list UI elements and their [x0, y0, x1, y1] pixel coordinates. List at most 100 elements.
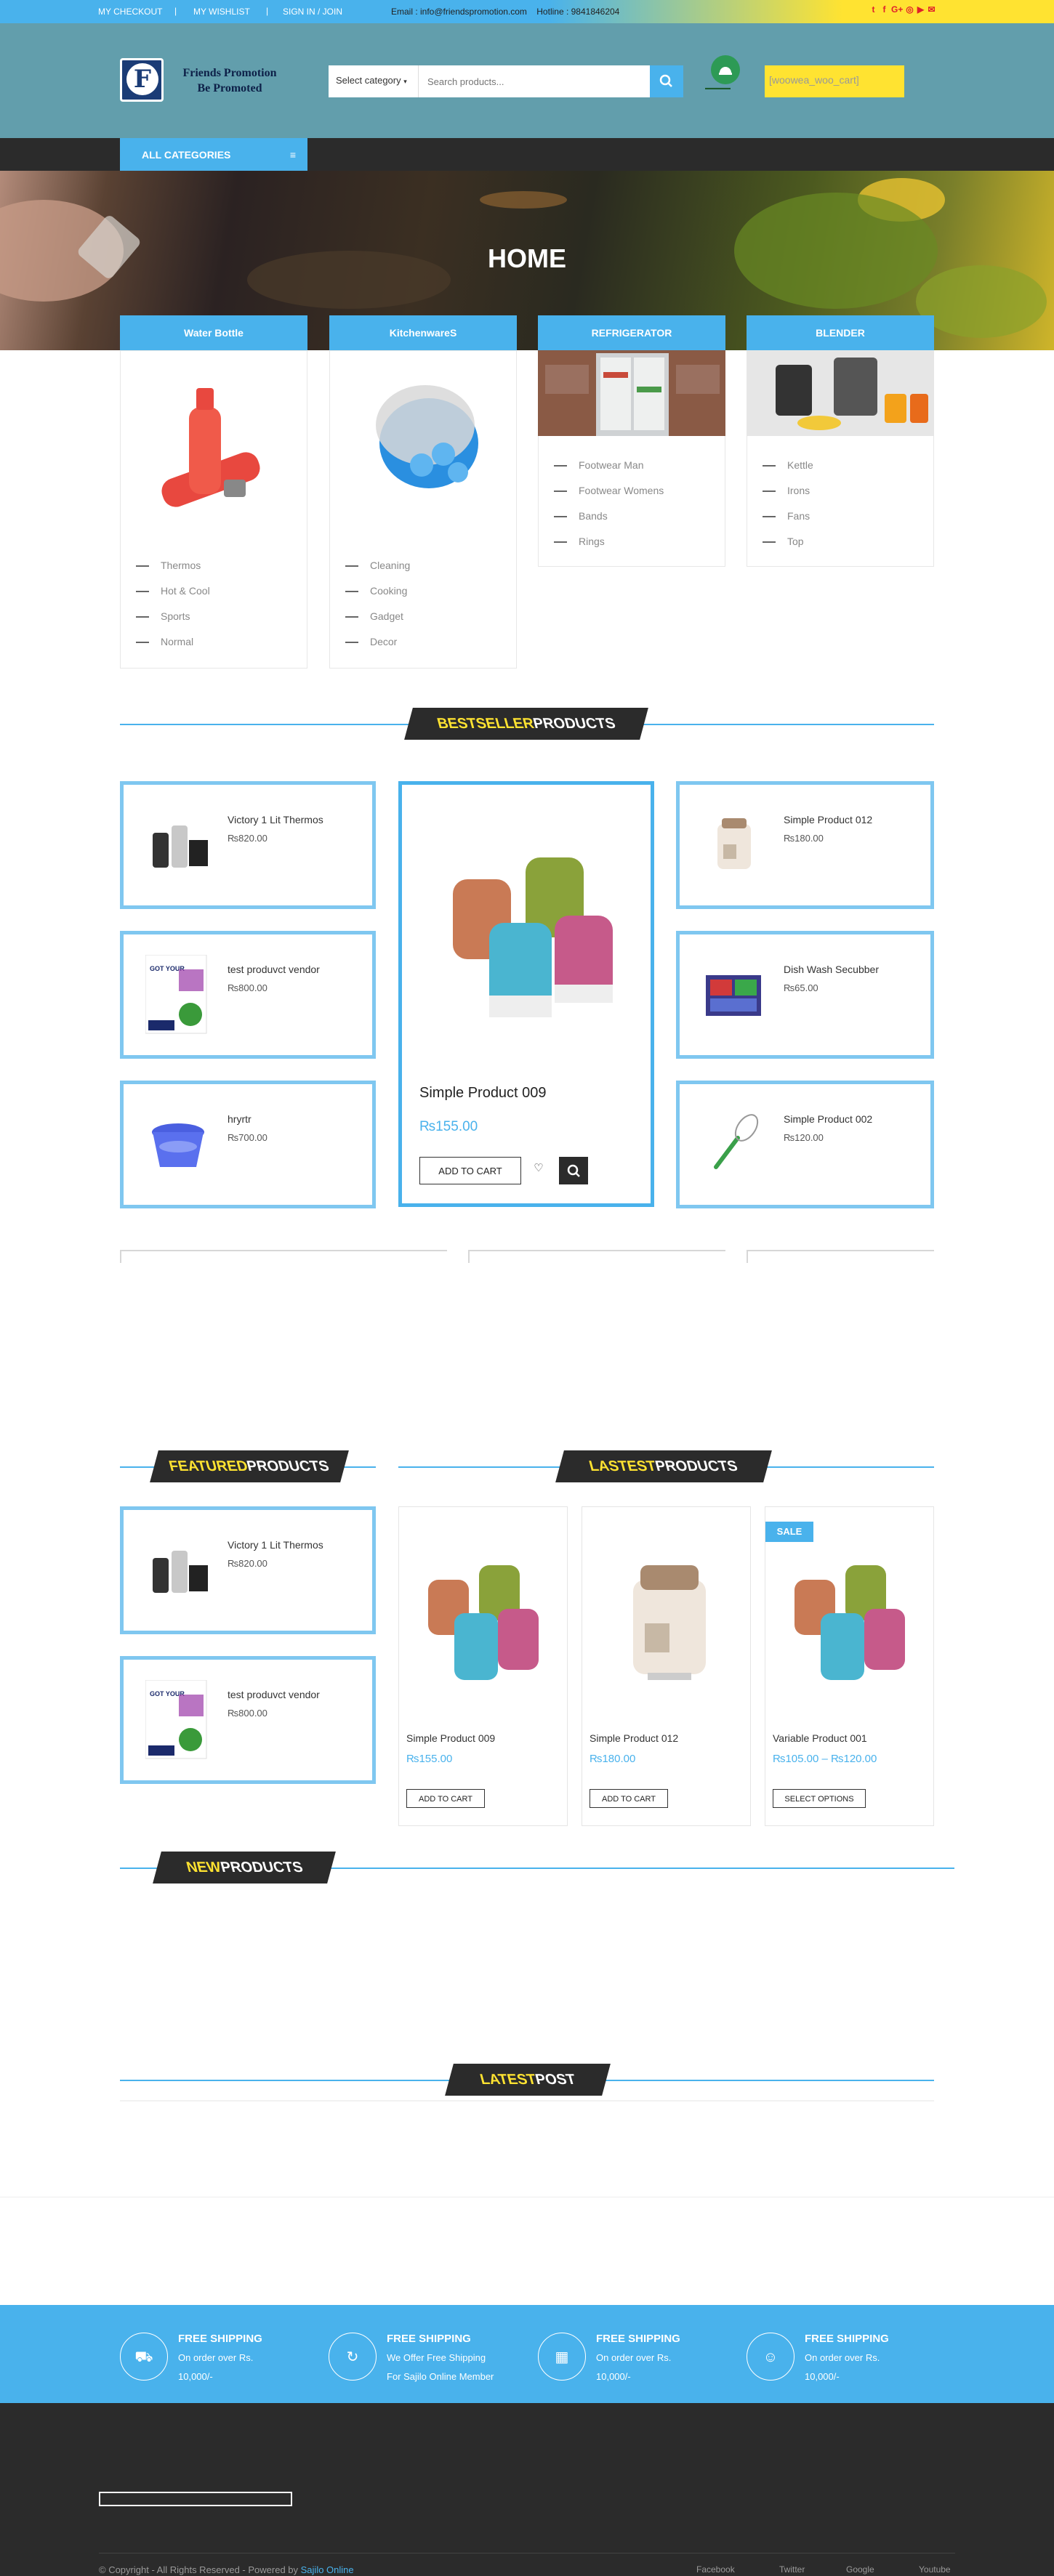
water-bottle-image[interactable]: [145, 378, 276, 509]
footer-logo[interactable]: [99, 2492, 292, 2506]
banner-image[interactable]: [120, 1250, 447, 1263]
all-categories-button[interactable]: ALL CATEGORIES ≡: [120, 138, 307, 171]
category-link[interactable]: Kettle: [761, 459, 813, 485]
facebook-icon[interactable]: f: [880, 5, 888, 15]
product-name[interactable]: Variable Product 001: [773, 1732, 867, 1744]
product-name[interactable]: Dish Wash Secubber: [784, 964, 879, 975]
footer-link-google[interactable]: Google: [846, 2564, 874, 2575]
features-strip: ⛟ FREE SHIPPING On order over Rs. 10,000…: [0, 2305, 1054, 2403]
product-name[interactable]: Victory 1 Lit Thermos: [228, 1539, 323, 1551]
category-link[interactable]: Gadget: [344, 610, 410, 636]
mail-icon[interactable]: ✉: [928, 5, 936, 15]
product-name[interactable]: Simple Product 002: [784, 1113, 872, 1125]
category-link[interactable]: Cleaning: [344, 560, 410, 585]
category-tab-blender[interactable]: BLENDER: [747, 315, 934, 350]
heart-icon[interactable]: ♡: [530, 1161, 547, 1179]
copyright-label: © Copyright - All Rights Reserved - Powe…: [99, 2564, 301, 2575]
product-image: [714, 1114, 759, 1169]
feature-title: FREE SHIPPING: [387, 2333, 471, 2345]
category-link[interactable]: Footwear Man: [552, 459, 664, 485]
my-checkout-link[interactable]: MY CHECKOUT: [98, 7, 162, 17]
product-card[interactable]: Simple Product 002 ₨120.00: [676, 1081, 934, 1208]
banner-image[interactable]: [747, 1250, 934, 1263]
feature-desc: We Offer Free Shipping For Sajilo Online…: [387, 2352, 494, 2382]
category-link[interactable]: Rings: [552, 536, 664, 561]
logo-text[interactable]: Friends Promotion Be Promoted: [172, 65, 288, 96]
add-to-cart-button[interactable]: ADD TO CART: [419, 1157, 521, 1184]
category-link[interactable]: Bands: [552, 510, 664, 536]
product-name[interactable]: Simple Product 009: [406, 1732, 495, 1744]
quick-view-button[interactable]: [559, 1157, 588, 1184]
product-name[interactable]: Simple Product 012: [784, 814, 872, 825]
product-name[interactable]: Simple Product 012: [590, 1732, 678, 1744]
product-card[interactable]: Simple Product 012 ₨180.00 ADD TO CART: [582, 1506, 751, 1826]
logo-letter: F: [126, 63, 158, 95]
product-name[interactable]: test produvct vendor: [228, 964, 320, 975]
heading-highlight: LASTEST: [587, 1458, 659, 1474]
youtube-icon[interactable]: ▶: [917, 5, 925, 15]
category-link[interactable]: Fans: [761, 510, 813, 536]
product-price: ₨120.00: [784, 1132, 824, 1143]
kitchenware-image[interactable]: [356, 374, 494, 498]
product-name[interactable]: Simple Product 009: [419, 1085, 547, 1102]
category-select-value: Select category: [336, 75, 401, 86]
category-link[interactable]: Cooking: [344, 585, 410, 610]
my-wishlist-link[interactable]: MY WISHLIST: [193, 7, 250, 17]
product-card[interactable]: Simple Product 012 ₨180.00: [676, 781, 934, 909]
product-card[interactable]: SALE Variable Product 001 ₨105.00 – ₨120…: [765, 1506, 934, 1826]
category-link[interactable]: Irons: [761, 485, 813, 510]
product-card[interactable]: GOT YOUR test produvct vendor ₨800.00: [120, 1656, 376, 1784]
sign-in-link[interactable]: SIGN IN / JOIN: [283, 7, 342, 17]
category-link[interactable]: Hot & Cool: [134, 585, 210, 610]
google-plus-icon[interactable]: G+: [891, 5, 903, 15]
blender-image[interactable]: [747, 350, 934, 436]
product-image: [428, 1565, 539, 1680]
product-card[interactable]: Victory 1 Lit Thermos ₨820.00: [120, 781, 376, 909]
product-name[interactable]: test produvct vendor: [228, 1689, 320, 1700]
product-card[interactable]: Victory 1 Lit Thermos ₨820.00: [120, 1506, 376, 1634]
truck-icon: ⛟: [120, 2333, 168, 2381]
heading-highlight: BESTSELLER: [435, 716, 536, 732]
instagram-icon[interactable]: ◎: [906, 5, 914, 15]
menu-icon: ≡: [289, 149, 296, 161]
category-link[interactable]: Top: [761, 536, 813, 561]
add-to-cart-button[interactable]: ADD TO CART: [406, 1789, 485, 1808]
product-card[interactable]: Dish Wash Secubber ₨65.00: [676, 931, 934, 1059]
category-tab-water-bottle[interactable]: Water Bottle: [120, 315, 307, 350]
category-tab-kitchenware[interactable]: KitchenwareS: [329, 315, 517, 350]
product-card[interactable]: hryrtr ₨700.00: [120, 1081, 376, 1208]
add-to-cart-button[interactable]: ADD TO CART: [590, 1789, 668, 1808]
category-link[interactable]: Sports: [134, 610, 210, 636]
category-list-water-bottle: Thermos Hot & Cool Sports Normal: [134, 560, 210, 661]
twitter-icon[interactable]: t: [869, 5, 877, 15]
category-link[interactable]: Normal: [134, 636, 210, 661]
product-card[interactable]: Simple Product 009 ₨155.00 ADD TO CART: [398, 1506, 568, 1826]
heading-rest: PRODUCTS: [653, 1458, 740, 1474]
search-button[interactable]: [650, 65, 683, 97]
powered-by-link[interactable]: Sajilo Online: [301, 2564, 354, 2575]
footer-link-twitter[interactable]: Twitter: [779, 2564, 805, 2575]
product-name[interactable]: hryrtr: [228, 1113, 252, 1125]
refrigerator-image[interactable]: [538, 350, 725, 436]
heading-rest: PRODUCTS: [218, 1860, 305, 1876]
product-card[interactable]: GOT YOUR test produvct vendor ₨800.00: [120, 931, 376, 1059]
footer-link-youtube[interactable]: Youtube: [919, 2564, 951, 2575]
select-options-button[interactable]: SELECT OPTIONS: [773, 1789, 866, 1808]
featured-product-card[interactable]: Simple Product 009 ₨155.00 ADD TO CART ♡: [398, 781, 654, 1207]
category-link[interactable]: Footwear Womens: [552, 485, 664, 510]
category-link[interactable]: Thermos: [134, 560, 210, 585]
category-link[interactable]: Decor: [344, 636, 410, 661]
chevron-down-icon: ▾: [403, 78, 407, 85]
product-price: ₨65.00: [784, 982, 818, 993]
product-image: [152, 1123, 204, 1167]
cart-widget[interactable]: [woowea_woo_cart]: [765, 65, 904, 97]
category-tab-refrigerator[interactable]: REFRIGERATOR: [538, 315, 725, 350]
category-select[interactable]: Select category ▾: [329, 65, 419, 97]
feature-desc: On order over Rs. 10,000/-: [805, 2352, 880, 2382]
footer-link-facebook[interactable]: Facebook: [696, 2564, 735, 2575]
badge-caption: ▬▬▬▬▬: [705, 86, 731, 91]
search-input[interactable]: [419, 65, 650, 97]
banner-image[interactable]: [468, 1250, 725, 1263]
product-name[interactable]: Victory 1 Lit Thermos: [228, 814, 323, 825]
site-logo[interactable]: F: [120, 58, 164, 102]
